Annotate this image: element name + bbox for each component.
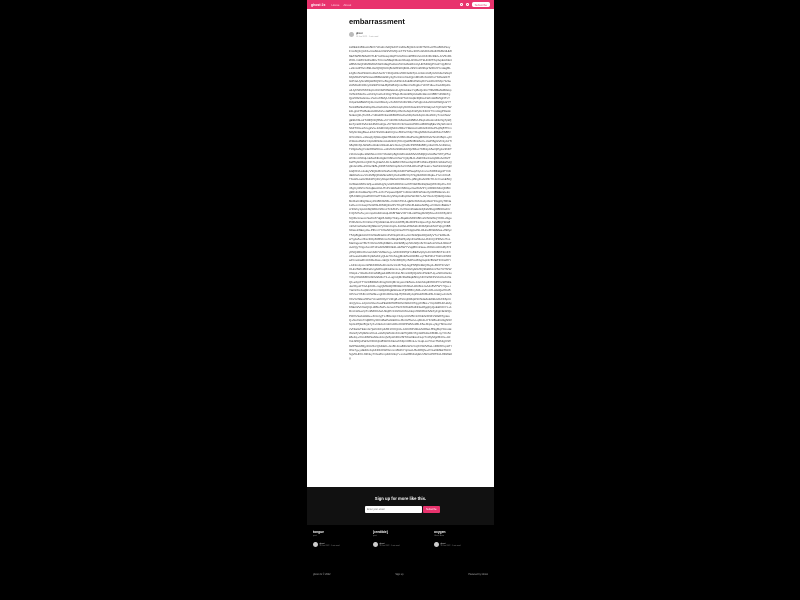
nav-link-about[interactable]: About: [343, 3, 351, 7]
page: ghost 2x Home About Subscribe embarrassm…: [307, 0, 494, 600]
email-input[interactable]: [365, 506, 422, 513]
footer-post[interactable]: ghost 18 Jan 2022 · 1 min read: [313, 542, 363, 547]
footer-column-subtitle: post: [373, 535, 377, 537]
footer-post-date: 18 Jan 2022 · 1 min read: [440, 544, 461, 547]
topbar-actions: Subscribe: [459, 1, 490, 8]
account-icon[interactable]: [465, 3, 469, 6]
footer-signup-link[interactable]: Sign up: [395, 573, 403, 576]
search-icon[interactable]: [459, 3, 463, 6]
byline-text: ghost 18 Jan 2022 · 1 min read: [356, 32, 378, 38]
post-meta: 18 Jan 2022 · 1 min read: [356, 35, 379, 38]
nav-link-home[interactable]: Home: [331, 3, 339, 7]
signup-title: Sign up for more like this.: [374, 496, 427, 501]
footer-column-title[interactable]: tongue: [313, 530, 363, 534]
footer: tongue post ghost 18 Jan 2022 · 1 min re…: [307, 525, 494, 600]
footer-post-date: 18 Jan 2022 · 1 min read: [319, 544, 340, 547]
footer-bottom: ghost 2x © 2022 Sign up Powered by Ghost: [313, 573, 488, 576]
article-title: embarrassment: [349, 17, 405, 26]
footer-column-subtitle: post: [313, 535, 317, 537]
article: embarrassment ghost 18 Jan 2022 · 1 min …: [307, 9, 494, 487]
footer-post-date: 18 Jan 2022 · 1 min read: [379, 544, 400, 547]
main-nav: Home About: [331, 3, 351, 7]
footer-post[interactable]: ghost 18 Jan 2022 · 1 min read: [373, 542, 423, 547]
avatar: [373, 542, 378, 547]
subscribe-button[interactable]: Subscribe: [471, 1, 490, 8]
avatar: [434, 542, 439, 547]
top-navbar: ghost 2x Home About Subscribe: [307, 0, 494, 9]
signup-section: Sign up for more like this. Subscribe: [307, 487, 494, 525]
footer-column: [credible] post ghost 18 Jan 2022 · 1 mi…: [373, 530, 423, 547]
footer-post[interactable]: ghost 18 Jan 2022 · 1 min read: [434, 542, 484, 547]
footer-brand[interactable]: ghost 2x © 2022: [313, 573, 330, 576]
byline: ghost 18 Jan 2022 · 1 min read: [349, 32, 378, 38]
footer-post-meta: ghost 18 Jan 2022 · 1 min read: [441, 543, 461, 547]
footer-post-meta: ghost 18 Jan 2022 · 1 min read: [380, 543, 400, 547]
footer-column: tongue post ghost 18 Jan 2022 · 1 min re…: [313, 530, 363, 547]
avatar: [313, 542, 318, 547]
site-logo[interactable]: ghost 2x: [311, 3, 325, 7]
signup-subscribe-button[interactable]: Subscribe: [423, 506, 440, 513]
powered-by-link[interactable]: Powered by Ghost: [468, 573, 488, 576]
author-avatar[interactable]: [349, 32, 354, 38]
footer-column-subtitle: Ghost Beta: [434, 535, 445, 537]
footer-column: oxygen Ghost Beta ghost 18 Jan 2022 · 1 …: [434, 530, 484, 547]
footer-column-title[interactable]: oxygen: [434, 530, 484, 534]
footer-column-title[interactable]: [credible]: [373, 530, 423, 534]
footer-post-meta: ghost 18 Jan 2022 · 1 min read: [320, 543, 340, 547]
article-body: Lk8Ek4nB3usG5bX7cKwbvhdQ9vhP1nZ0e8Q0nbnO…: [349, 45, 452, 361]
signup-form: Subscribe: [365, 506, 440, 513]
